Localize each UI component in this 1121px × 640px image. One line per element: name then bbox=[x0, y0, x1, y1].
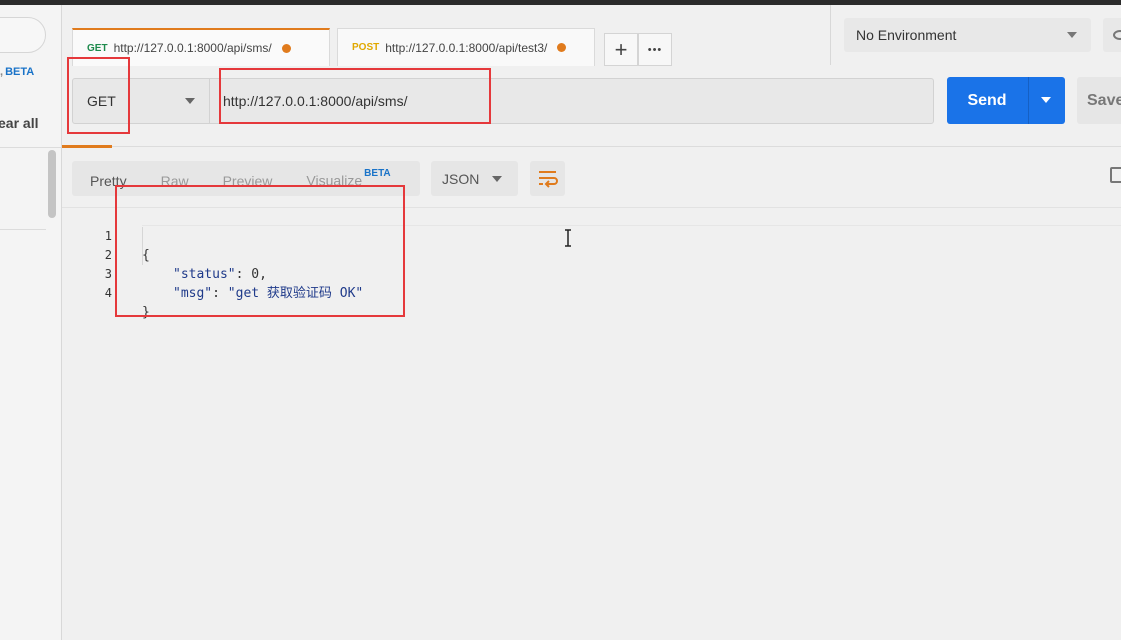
history-item[interactable]: / bbox=[0, 413, 6, 427]
request-bar: GET bbox=[72, 78, 934, 124]
wrap-lines-icon bbox=[539, 171, 558, 188]
history-item[interactable]: / bbox=[0, 483, 6, 497]
environment-select[interactable]: No Environment bbox=[844, 18, 1091, 52]
copy-icon[interactable] bbox=[1110, 167, 1121, 183]
history-item[interactable]: / bbox=[0, 308, 6, 322]
sidebar: ,BETA ear all / / / / / / / / / / / bbox=[0, 5, 62, 640]
sidebar-beta-badge: , BETA bbox=[0, 66, 35, 78]
sidebar-search-input[interactable] bbox=[0, 17, 46, 53]
environment-area: No Environment bbox=[830, 5, 1121, 65]
sidebar-divider bbox=[0, 147, 61, 148]
text-cursor-icon bbox=[565, 229, 571, 247]
tab-request-post[interactable]: POST http://127.0.0.1:8000/api/test3/ bbox=[337, 28, 595, 66]
line-number: 4 bbox=[104, 286, 112, 300]
save-button[interactable]: Save bbox=[1077, 77, 1121, 124]
annotation-box-method bbox=[67, 57, 130, 134]
eye-icon bbox=[1113, 30, 1121, 40]
unsaved-dot-icon bbox=[557, 43, 567, 52]
response-format-label: JSON bbox=[442, 170, 480, 187]
request-tabs: GET http://127.0.0.1:8000/api/sms/ POST … bbox=[62, 5, 830, 66]
history-item[interactable]: / bbox=[0, 343, 6, 357]
sidebar-divider bbox=[0, 229, 46, 230]
annotation-box-response bbox=[115, 185, 405, 317]
chevron-down-icon bbox=[185, 98, 195, 104]
environment-select-label: No Environment bbox=[856, 27, 957, 43]
history-item[interactable]: / bbox=[0, 378, 6, 392]
response-tab-indicator bbox=[62, 145, 112, 148]
history-item[interactable]: / bbox=[0, 623, 6, 637]
history-item[interactable]: / bbox=[0, 448, 6, 462]
history-item[interactable]: / bbox=[0, 518, 6, 532]
new-tab-button[interactable]: + bbox=[604, 33, 638, 66]
chevron-down-icon bbox=[492, 176, 502, 182]
response-format-select[interactable]: JSON bbox=[431, 161, 518, 196]
tab-more-button[interactable]: ••• bbox=[638, 33, 672, 66]
tab-method-label: POST bbox=[352, 42, 380, 53]
history-item[interactable]: / bbox=[0, 273, 6, 287]
history-item[interactable]: / bbox=[0, 553, 6, 567]
clear-all-link[interactable]: ear all bbox=[0, 115, 38, 131]
environment-quick-look-button[interactable] bbox=[1103, 18, 1121, 52]
chevron-down-icon bbox=[1067, 32, 1077, 38]
send-button-label: Send bbox=[967, 91, 1007, 109]
send-options-chevron-icon[interactable] bbox=[1041, 97, 1051, 103]
unsaved-dot-icon bbox=[281, 43, 291, 53]
send-button[interactable]: Send bbox=[947, 77, 1065, 124]
send-button-divider bbox=[1028, 77, 1029, 124]
beta-badge: BETA bbox=[364, 168, 391, 180]
tab-url-label: http://127.0.0.1:8000/api/sms/ bbox=[113, 41, 272, 55]
wrap-lines-button[interactable] bbox=[530, 161, 565, 196]
response-divider bbox=[62, 146, 1121, 147]
annotation-box-url bbox=[219, 68, 491, 124]
sidebar-scrollbar[interactable] bbox=[48, 150, 56, 218]
tab-url-label: http://127.0.0.1:8000/api/test3/ bbox=[385, 40, 548, 55]
history-item[interactable]: / bbox=[0, 588, 6, 602]
tab-method-label: GET bbox=[87, 42, 108, 54]
